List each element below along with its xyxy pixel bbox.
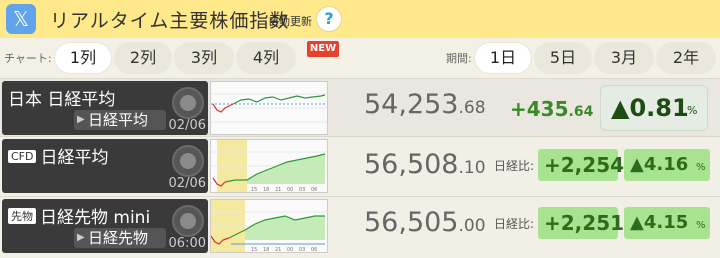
svg-text:21: 21	[275, 187, 281, 192]
index-row-futures[interactable]: 先物 日経先物 mini ▶ 日経先物 06:00 15 18 21 00 03 06 56…	[0, 196, 720, 258]
intraday-chart[interactable]	[210, 81, 328, 135]
index-row-cfd[interactable]: CFD 日経平均 02/06 15 18 21 00 03 06 56,508.10 日経比…	[0, 136, 720, 196]
change-value: +435.64	[510, 97, 593, 121]
pct-unit: %	[687, 104, 698, 117]
pct-value: ▲4.16	[630, 154, 689, 175]
nikkei-diff-box: +2,254	[538, 149, 624, 181]
price-dec: .10	[458, 158, 486, 178]
price-dec: .68	[458, 98, 486, 118]
chart-svg	[211, 93, 327, 123]
toolbar: チャート: 1列 2列 3列 4列 期間: 1日 5日 3月 2年	[0, 38, 720, 78]
columns-1-button[interactable]: 1列	[54, 42, 112, 74]
columns-3-button[interactable]: 3列	[174, 42, 234, 74]
status-dot-icon	[172, 205, 204, 237]
cfd-tag: CFD	[8, 150, 37, 163]
chart-svg: 15 18 21 00 03 06	[211, 140, 327, 193]
intraday-chart[interactable]: 15 18 21 00 03 06	[210, 199, 328, 253]
columns-4-button[interactable]: 4列	[236, 42, 296, 74]
row-time: 02/06	[168, 176, 206, 191]
svg-text:18: 18	[263, 247, 269, 252]
svg-text:15: 15	[251, 247, 257, 252]
price-int: 56,505	[364, 207, 459, 238]
x-logo-icon[interactable]: 𝕏	[6, 4, 36, 34]
period-3m-button[interactable]: 3月	[594, 42, 654, 74]
row-sub-link[interactable]: ▶ 日経平均	[74, 110, 166, 130]
row-name-text: 日経先物 mini	[40, 208, 151, 228]
period-1d-button[interactable]: 1日	[474, 42, 532, 74]
nikkei-diff-box: +2,251	[538, 207, 624, 239]
pct-value: ▲4.15	[630, 212, 689, 233]
svg-text:00: 00	[287, 187, 293, 192]
columns-2-button[interactable]: 2列	[114, 42, 172, 74]
price-value: 54,253.68	[364, 89, 486, 120]
svg-text:03: 03	[299, 187, 305, 192]
status-dot-icon	[172, 87, 204, 119]
help-icon[interactable]: ?	[316, 6, 342, 32]
page-title: リアルタイム主要株価指数	[50, 10, 290, 32]
svg-text:00: 00	[287, 247, 293, 252]
row-time: 06:00	[168, 236, 206, 251]
futures-tag: 先物	[8, 208, 36, 224]
period-5d-button[interactable]: 5日	[534, 42, 592, 74]
pct-change-box: ▲4.16 %	[624, 149, 710, 181]
row-label-box[interactable]: CFD 日経平均 02/06	[2, 139, 208, 193]
pct-value: ▲0.81	[611, 94, 689, 122]
pct-unit: %	[696, 220, 706, 231]
row-sub-label: 日経平均	[88, 111, 149, 129]
nikkei-diff-value: +2,254	[544, 153, 625, 177]
svg-text:06: 06	[311, 187, 317, 192]
nikkei-diff-label: 日経比:	[494, 217, 535, 231]
period-2y-button[interactable]: 2年	[656, 42, 716, 74]
svg-text:18: 18	[263, 187, 269, 192]
row-name: 先物 日経先物 mini	[8, 203, 150, 228]
row-sub-link[interactable]: ▶ 日経先物	[74, 228, 166, 248]
price-value: 56,505.00	[364, 207, 486, 238]
svg-text:06: 06	[311, 247, 317, 252]
intraday-chart[interactable]: 15 18 21 00 03 06	[210, 139, 328, 193]
nikkei-diff-label: 日経比:	[494, 159, 535, 173]
price-value: 56,508.10	[364, 149, 486, 180]
row-time: 02/06	[168, 118, 206, 133]
chart-svg: 15 18 21 00 03 06	[210, 200, 327, 253]
row-name: 日本 日経平均	[8, 90, 116, 110]
price-dec: .00	[458, 216, 486, 236]
triangle-right-icon: ▶	[77, 114, 85, 125]
pct-unit: %	[696, 162, 706, 173]
auto-update-label: 自動更新	[268, 15, 312, 28]
pct-change-box: ▲4.15 %	[624, 207, 710, 239]
nikkei-diff-value: +2,251	[544, 211, 625, 235]
row-label-box[interactable]: 先物 日経先物 mini ▶ 日経先物 06:00	[2, 199, 208, 253]
row-name: CFD 日経平均	[8, 143, 108, 168]
new-badge: NEW	[307, 41, 339, 57]
chart-columns-label: チャート:	[4, 52, 52, 65]
status-dot-icon	[172, 145, 204, 177]
triangle-right-icon: ▶	[77, 232, 85, 243]
price-int: 56,508	[364, 149, 459, 180]
change-int: +435	[510, 97, 569, 121]
svg-text:21: 21	[275, 247, 281, 252]
row-sub-label: 日経先物	[88, 229, 149, 247]
row-name-text: 日経平均	[40, 148, 109, 168]
row-label-box[interactable]: 日本 日経平均 ▶ 日経平均 02/06	[2, 81, 208, 135]
header-bar: 𝕏 リアルタイム主要株価指数 自動更新 ?	[0, 0, 720, 38]
svg-text:15: 15	[251, 187, 257, 192]
change-dec: .64	[568, 104, 594, 120]
svg-text:03: 03	[299, 247, 305, 252]
pct-change-box: ▲0.81 %	[600, 85, 708, 131]
period-label: 期間:	[446, 52, 472, 65]
index-row-nikkei[interactable]: 日本 日経平均 ▶ 日経平均 02/06 𝕏 54,253.68 +435.64…	[0, 78, 720, 185]
price-int: 54,253	[364, 89, 459, 120]
